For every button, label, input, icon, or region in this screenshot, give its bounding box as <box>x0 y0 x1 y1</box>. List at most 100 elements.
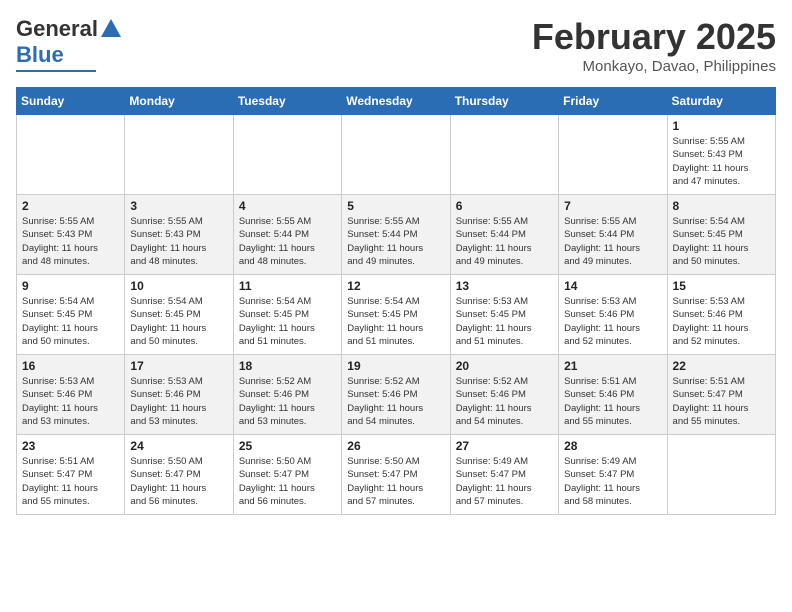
day-number: 26 <box>347 439 444 453</box>
day-number: 24 <box>130 439 227 453</box>
day-number: 4 <box>239 199 336 213</box>
day-info: Sunrise: 5:54 AM Sunset: 5:45 PM Dayligh… <box>239 295 336 348</box>
calendar-cell: 21Sunrise: 5:51 AM Sunset: 5:46 PM Dayli… <box>559 355 667 435</box>
day-number: 15 <box>673 279 770 293</box>
day-info: Sunrise: 5:55 AM Sunset: 5:44 PM Dayligh… <box>347 215 444 268</box>
day-header-thursday: Thursday <box>450 88 558 115</box>
calendar-cell: 22 Sunrise: 5:51 AM Sunset: 5:47 PM Dayli… <box>667 355 775 435</box>
week-row-5: 23Sunrise: 5:51 AM Sunset: 5:47 PM Dayli… <box>17 435 776 515</box>
day-info: Sunrise: 5:50 AM Sunset: 5:47 PM Dayligh… <box>347 455 444 508</box>
day-info: Sunrise: 5:51 AM Sunset: 5:47 PM Dayligh… <box>673 375 770 428</box>
calendar-cell: 16 Sunrise: 5:53 AM Sunset: 5:46 PM Dayli… <box>17 355 125 435</box>
day-info: Sunrise: 5:55 AM Sunset: 5:43 PM Dayligh… <box>22 215 119 268</box>
week-row-1: 1 Sunrise: 5:55 AM Sunset: 5:43 PM Daylig… <box>17 115 776 195</box>
day-number: 9 <box>22 279 119 293</box>
day-info: Sunrise: 5:52 AM Sunset: 5:46 PM Dayligh… <box>239 375 336 428</box>
day-info: Sunrise: 5:51 AM Sunset: 5:46 PM Dayligh… <box>564 375 661 428</box>
calendar-cell: 19 Sunrise: 5:52 AM Sunset: 5:46 PM Dayli… <box>342 355 450 435</box>
day-number: 23 <box>22 439 119 453</box>
day-number: 12 <box>347 279 444 293</box>
calendar-cell: 11 Sunrise: 5:54 AM Sunset: 5:45 PM Dayli… <box>233 275 341 355</box>
calendar-cell: 6 Sunrise: 5:55 AM Sunset: 5:44 PM Daylig… <box>450 195 558 275</box>
calendar-cell: 10Sunrise: 5:54 AM Sunset: 5:45 PM Dayli… <box>125 275 233 355</box>
day-info: Sunrise: 5:52 AM Sunset: 5:46 PM Dayligh… <box>456 375 553 428</box>
logo-underline <box>16 70 96 72</box>
calendar-cell <box>342 115 450 195</box>
day-info: Sunrise: 5:53 AM Sunset: 5:46 PM Dayligh… <box>130 375 227 428</box>
calendar-cell: 7 Sunrise: 5:55 AM Sunset: 5:44 PM Daylig… <box>559 195 667 275</box>
day-number: 7 <box>564 199 661 213</box>
calendar-cell: 20 Sunrise: 5:52 AM Sunset: 5:46 PM Dayli… <box>450 355 558 435</box>
calendar-body: 1 Sunrise: 5:55 AM Sunset: 5:43 PM Daylig… <box>17 115 776 515</box>
calendar-cell: 18 Sunrise: 5:52 AM Sunset: 5:46 PM Dayli… <box>233 355 341 435</box>
location-subtitle: Monkayo, Davao, Philippines <box>532 58 776 75</box>
day-number: 10 <box>130 279 227 293</box>
day-header-saturday: Saturday <box>667 88 775 115</box>
calendar-cell <box>450 115 558 195</box>
day-info: Sunrise: 5:52 AM Sunset: 5:46 PM Dayligh… <box>347 375 444 428</box>
day-info: Sunrise: 5:50 AM Sunset: 5:47 PM Dayligh… <box>239 455 336 508</box>
calendar-cell: 8 Sunrise: 5:54 AM Sunset: 5:45 PM Daylig… <box>667 195 775 275</box>
logo-triangle-icon <box>101 19 121 37</box>
day-number: 8 <box>673 199 770 213</box>
logo-blue-text: Blue <box>16 42 64 68</box>
day-info: Sunrise: 5:49 AM Sunset: 5:47 PM Dayligh… <box>564 455 661 508</box>
day-number: 18 <box>239 359 336 373</box>
day-number: 17 <box>130 359 227 373</box>
day-number: 11 <box>239 279 336 293</box>
day-number: 25 <box>239 439 336 453</box>
page-header: General Blue February 2025 Monkayo, Dava… <box>16 16 776 75</box>
title-block: February 2025 Monkayo, Davao, Philippine… <box>532 16 776 75</box>
day-number: 20 <box>456 359 553 373</box>
month-year-title: February 2025 <box>532 16 776 58</box>
calendar-cell <box>125 115 233 195</box>
day-header-friday: Friday <box>559 88 667 115</box>
calendar-cell: 5 Sunrise: 5:55 AM Sunset: 5:44 PM Daylig… <box>342 195 450 275</box>
day-info: Sunrise: 5:55 AM Sunset: 5:43 PM Dayligh… <box>673 135 770 188</box>
calendar-cell: 25 Sunrise: 5:50 AM Sunset: 5:47 PM Dayli… <box>233 435 341 515</box>
day-header-tuesday: Tuesday <box>233 88 341 115</box>
day-number: 22 <box>673 359 770 373</box>
calendar-cell <box>559 115 667 195</box>
day-number: 16 <box>22 359 119 373</box>
day-info: Sunrise: 5:55 AM Sunset: 5:43 PM Dayligh… <box>130 215 227 268</box>
calendar-cell: 2Sunrise: 5:55 AM Sunset: 5:43 PM Daylig… <box>17 195 125 275</box>
calendar-cell: 28Sunrise: 5:49 AM Sunset: 5:47 PM Dayli… <box>559 435 667 515</box>
calendar-cell: 26 Sunrise: 5:50 AM Sunset: 5:47 PM Dayli… <box>342 435 450 515</box>
calendar-cell: 13 Sunrise: 5:53 AM Sunset: 5:45 PM Dayli… <box>450 275 558 355</box>
calendar-cell: 15Sunrise: 5:53 AM Sunset: 5:46 PM Dayli… <box>667 275 775 355</box>
calendar-cell: 12Sunrise: 5:54 AM Sunset: 5:45 PM Dayli… <box>342 275 450 355</box>
day-info: Sunrise: 5:55 AM Sunset: 5:44 PM Dayligh… <box>456 215 553 268</box>
day-info: Sunrise: 5:54 AM Sunset: 5:45 PM Dayligh… <box>673 215 770 268</box>
day-info: Sunrise: 5:55 AM Sunset: 5:44 PM Dayligh… <box>564 215 661 268</box>
day-header-monday: Monday <box>125 88 233 115</box>
day-info: Sunrise: 5:54 AM Sunset: 5:45 PM Dayligh… <box>22 295 119 348</box>
calendar-table: SundayMondayTuesdayWednesdayThursdayFrid… <box>16 87 776 515</box>
day-number: 1 <box>673 119 770 133</box>
calendar-cell: 1 Sunrise: 5:55 AM Sunset: 5:43 PM Daylig… <box>667 115 775 195</box>
day-number: 6 <box>456 199 553 213</box>
day-number: 19 <box>347 359 444 373</box>
calendar-cell: 3Sunrise: 5:55 AM Sunset: 5:43 PM Daylig… <box>125 195 233 275</box>
calendar-cell: 4Sunrise: 5:55 AM Sunset: 5:44 PM Daylig… <box>233 195 341 275</box>
week-row-2: 2Sunrise: 5:55 AM Sunset: 5:43 PM Daylig… <box>17 195 776 275</box>
day-info: Sunrise: 5:50 AM Sunset: 5:47 PM Dayligh… <box>130 455 227 508</box>
day-number: 5 <box>347 199 444 213</box>
calendar-cell: 14 Sunrise: 5:53 AM Sunset: 5:46 PM Dayli… <box>559 275 667 355</box>
week-row-3: 9 Sunrise: 5:54 AM Sunset: 5:45 PM Daylig… <box>17 275 776 355</box>
day-number: 14 <box>564 279 661 293</box>
day-info: Sunrise: 5:53 AM Sunset: 5:46 PM Dayligh… <box>22 375 119 428</box>
day-number: 13 <box>456 279 553 293</box>
day-info: Sunrise: 5:53 AM Sunset: 5:46 PM Dayligh… <box>564 295 661 348</box>
week-row-4: 16 Sunrise: 5:53 AM Sunset: 5:46 PM Dayli… <box>17 355 776 435</box>
calendar-cell: 24 Sunrise: 5:50 AM Sunset: 5:47 PM Dayli… <box>125 435 233 515</box>
calendar-cell: 23Sunrise: 5:51 AM Sunset: 5:47 PM Dayli… <box>17 435 125 515</box>
day-info: Sunrise: 5:53 AM Sunset: 5:45 PM Dayligh… <box>456 295 553 348</box>
logo-general-text: General <box>16 16 98 42</box>
calendar-cell: 27Sunrise: 5:49 AM Sunset: 5:47 PM Dayli… <box>450 435 558 515</box>
day-info: Sunrise: 5:49 AM Sunset: 5:47 PM Dayligh… <box>456 455 553 508</box>
day-header-sunday: Sunday <box>17 88 125 115</box>
day-header-wednesday: Wednesday <box>342 88 450 115</box>
header-row: SundayMondayTuesdayWednesdayThursdayFrid… <box>17 88 776 115</box>
calendar-cell <box>233 115 341 195</box>
